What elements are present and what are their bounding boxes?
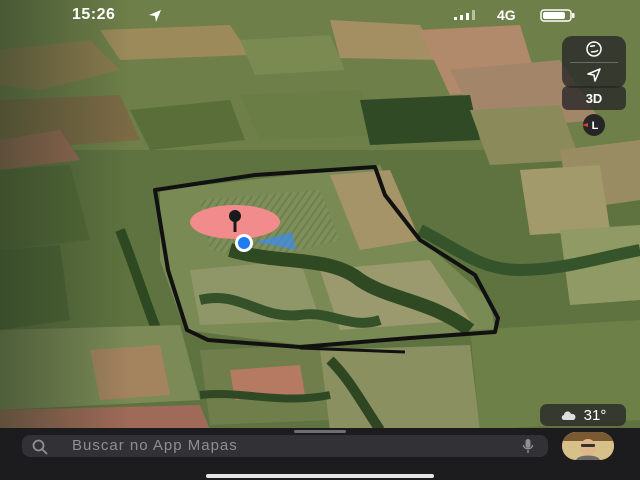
sheet-grabber[interactable] [294,430,346,433]
status-time: 15:26 [72,6,116,23]
view-3d-button[interactable]: 3D [562,86,626,110]
cloud-icon [561,411,576,420]
map-controls-panel [562,36,626,88]
weather-badge: 31° [540,404,626,426]
location-arrow-icon [149,10,161,22]
home-indicator [206,474,434,478]
compass-letter: L [592,120,599,132]
avatar-image [562,432,614,460]
search-bar[interactable]: Buscar no App Mapas [22,435,548,457]
battery-icon [540,9,575,22]
avatar[interactable] [562,432,614,460]
signal-icon [454,10,475,20]
compass-icon[interactable]: L [559,113,629,137]
search-icon [32,439,48,455]
status-bar: 15:26 4G [0,0,640,30]
map-style-button[interactable] [562,36,626,62]
temperature: 31° [583,406,607,424]
navigate-icon [587,68,601,82]
globe-icon [586,41,602,57]
microphone-icon[interactable] [522,438,534,454]
search-placeholder: Buscar no App Mapas [72,437,238,454]
track-location-button[interactable] [562,63,626,89]
search-sheet: Buscar no App Mapas [0,428,640,480]
network-type: 4G [497,7,516,23]
